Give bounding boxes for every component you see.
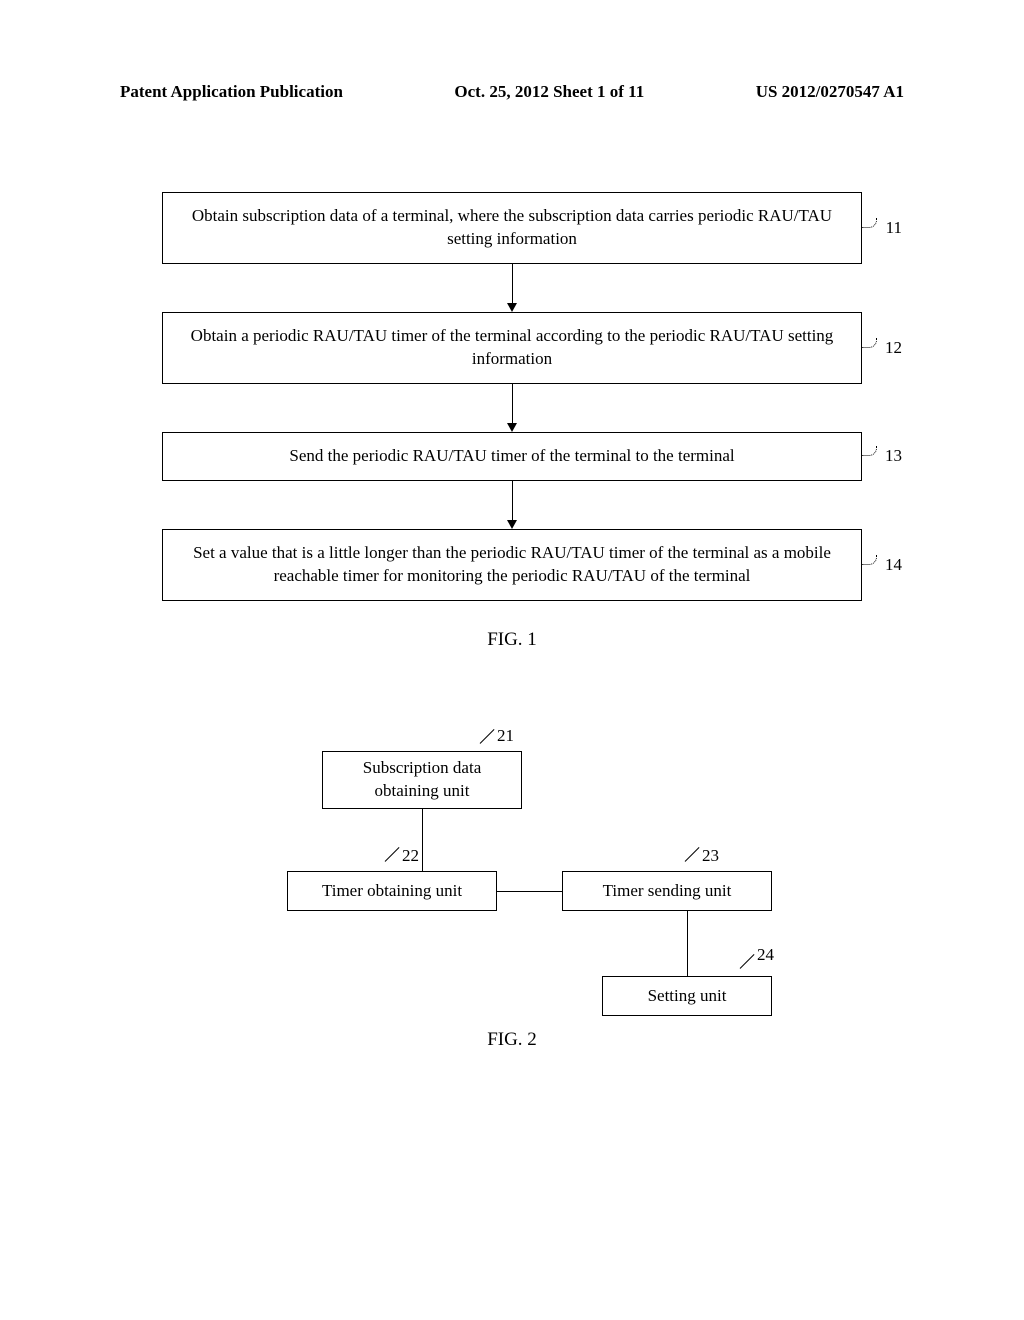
figure-2-block-diagram: 21 Subscription data obtaining unit 22 T… (232, 731, 792, 1011)
flow-box: Set a value that is a little longer than… (162, 529, 862, 601)
figure-1-flowchart: Obtain subscription data of a terminal, … (162, 192, 862, 601)
header-left: Patent Application Publication (120, 82, 343, 102)
arrow-down-icon (507, 264, 517, 312)
block-number-24: 24 (757, 945, 774, 965)
header-right: US 2012/0270547 A1 (756, 82, 904, 102)
block-timer-obtaining-unit: Timer obtaining unit (287, 871, 497, 911)
block-number-22: 22 (402, 846, 419, 866)
block-number-23: 23 (702, 846, 719, 866)
flow-step-12: Obtain a periodic RAU/TAU timer of the t… (162, 312, 862, 384)
label-lead-line (480, 729, 495, 744)
flow-step-number: 14 (885, 555, 902, 575)
label-connector (862, 446, 877, 456)
flow-step-13: Send the periodic RAU/TAU timer of the t… (162, 432, 862, 481)
figure-2-caption: FIG. 2 (487, 1029, 537, 1051)
block-timer-sending-unit: Timer sending unit (562, 871, 772, 911)
flow-step-number: 12 (885, 338, 902, 358)
label-lead-line (740, 954, 755, 969)
flow-step-number: 11 (886, 218, 902, 238)
block-subscription-data-obtaining-unit: Subscription data obtaining unit (322, 751, 522, 809)
connector-line (497, 891, 562, 892)
figure-1-caption: FIG. 1 (487, 629, 537, 651)
connector-line (687, 911, 688, 976)
page-content: Obtain subscription data of a terminal, … (0, 192, 1024, 1011)
flow-step-number: 13 (885, 446, 902, 466)
flow-box: Obtain a periodic RAU/TAU timer of the t… (162, 312, 862, 384)
arrow-down-icon (507, 384, 517, 432)
block-number-21: 21 (497, 726, 514, 746)
label-connector (862, 338, 877, 348)
label-lead-line (685, 847, 700, 862)
flow-step-11: Obtain subscription data of a terminal, … (162, 192, 862, 264)
flow-step-14: Set a value that is a little longer than… (162, 529, 862, 601)
header-center: Oct. 25, 2012 Sheet 1 of 11 (454, 82, 644, 102)
arrow-down-icon (507, 481, 517, 529)
flow-box: Obtain subscription data of a terminal, … (162, 192, 862, 264)
label-connector (862, 218, 877, 228)
connector-line (422, 809, 423, 871)
label-lead-line (385, 847, 400, 862)
page-header: Patent Application Publication Oct. 25, … (0, 82, 1024, 102)
flow-box: Send the periodic RAU/TAU timer of the t… (162, 432, 862, 481)
label-connector (862, 555, 877, 565)
block-setting-unit: Setting unit (602, 976, 772, 1016)
